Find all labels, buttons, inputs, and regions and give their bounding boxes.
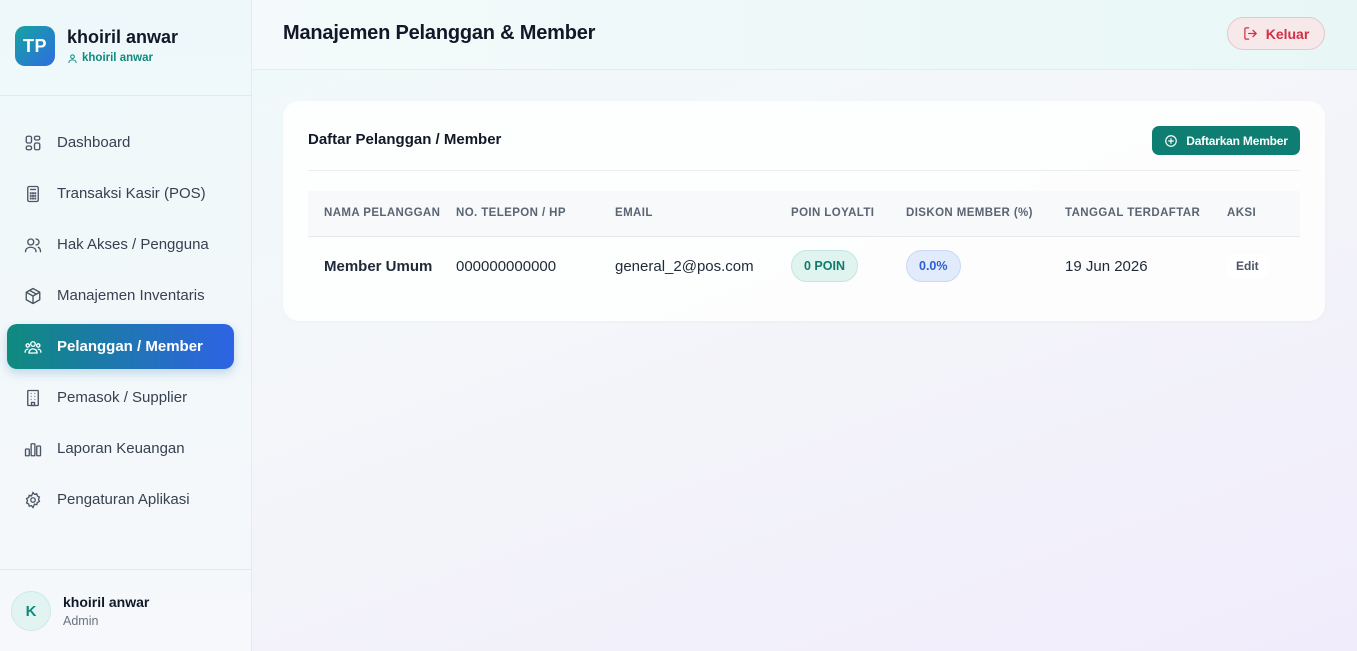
column-header-points[interactable]: POIN LOYALTI xyxy=(791,191,906,237)
sidebar-divider xyxy=(0,95,252,96)
sidebar-item-label: Pemasok / Supplier xyxy=(57,389,188,406)
brand-name: khoiril anwar xyxy=(67,27,179,47)
user-name: khoiril anwar xyxy=(63,594,150,610)
brand-subtitle: khoiril anwar xyxy=(67,52,178,64)
sidebar-item-pos[interactable]: Transaksi Kasir (POS) xyxy=(7,171,234,216)
bar-chart-icon xyxy=(24,442,42,456)
sidebar-item-label: Hak Akses / Pengguna xyxy=(57,236,209,253)
add-member-label: Daftarkan Member xyxy=(1186,133,1288,148)
sidebar-item-suppliers[interactable]: Pemasok / Supplier xyxy=(7,375,234,420)
column-header-phone[interactable]: NO. TELEPON / HP xyxy=(456,191,615,237)
discount-badge: 0.0% xyxy=(906,250,961,283)
sidebar-item-label: Dashboard xyxy=(57,134,131,151)
brand-subtitle-text: khoiril anwar xyxy=(82,52,153,64)
user-profile[interactable]: K khoiril anwar Admin xyxy=(11,591,149,631)
points-badge: 0 POIN xyxy=(791,250,858,283)
page-title: Manajemen Pelanggan & Member xyxy=(283,22,596,44)
column-header-email[interactable]: EMAIL xyxy=(615,191,791,237)
members-card: Daftar Pelanggan / Member Daftarkan Memb… xyxy=(283,101,1325,321)
cell-email: general_2@pos.com xyxy=(615,257,754,275)
top-header: Manajemen Pelanggan & Member Keluar xyxy=(252,0,1357,70)
sidebar-item-label: Pengaturan Aplikasi xyxy=(57,491,190,508)
sidebar-item-inventory[interactable]: Manajemen Inventaris xyxy=(7,273,234,318)
group-icon xyxy=(24,340,42,354)
table-header-row: NAMA PELANGGAN NO. TELEPON / HP EMAIL PO… xyxy=(308,191,1300,237)
box-icon xyxy=(25,287,41,304)
sidebar-item-label: Laporan Keuangan xyxy=(57,440,185,457)
plus-circle-icon xyxy=(1165,134,1178,147)
brand-logo: TP xyxy=(15,26,55,66)
sidebar-divider xyxy=(0,569,252,570)
column-header-discount[interactable]: DISKON MEMBER (%) xyxy=(906,191,1065,237)
edit-button[interactable]: Edit xyxy=(1227,254,1268,279)
sidebar-item-customers[interactable]: Pelanggan / Member xyxy=(7,324,234,369)
table-row: Member Umum 000000000000 general_2@pos.c… xyxy=(308,236,1300,296)
sidebar-item-users[interactable]: Hak Akses / Pengguna xyxy=(7,222,234,267)
brand: TP khoiril anwar khoiril anwar xyxy=(15,26,178,66)
column-header-name[interactable]: NAMA PELANGGAN xyxy=(308,191,456,237)
sidebar-item-reports[interactable]: Laporan Keuangan xyxy=(7,426,234,471)
card-divider xyxy=(308,170,1300,171)
gear-icon xyxy=(25,490,41,509)
logout-label: Keluar xyxy=(1265,25,1310,42)
building-icon xyxy=(27,389,39,406)
cell-phone: 000000000000 xyxy=(456,257,557,275)
user-icon xyxy=(68,53,77,63)
sidebar-item-dashboard[interactable]: Dashboard xyxy=(7,120,234,165)
sidebar-item-label: Pelanggan / Member xyxy=(57,338,203,355)
column-header-date[interactable]: TANGGAL TERDAFTAR xyxy=(1065,191,1227,237)
cell-customer-name: Member Umum xyxy=(324,257,433,275)
sidebar-item-settings[interactable]: Pengaturan Aplikasi xyxy=(7,477,234,522)
cell-registered-date: 19 Jun 2026 xyxy=(1065,257,1148,275)
column-header-action: AKSI xyxy=(1227,191,1300,237)
add-member-button[interactable]: Daftarkan Member xyxy=(1152,126,1300,155)
avatar: K xyxy=(11,591,51,631)
calculator-icon xyxy=(27,185,39,202)
card-title: Daftar Pelanggan / Member xyxy=(308,131,502,148)
logout-icon xyxy=(1243,27,1257,40)
users-icon xyxy=(24,237,42,252)
sidebar: TP khoiril anwar khoiril anwar Dashboard… xyxy=(0,0,252,651)
sidebar-item-label: Transaksi Kasir (POS) xyxy=(57,185,206,202)
sidebar-item-label: Manajemen Inventaris xyxy=(57,287,205,304)
user-role: Admin xyxy=(63,614,99,628)
sidebar-nav: Dashboard Transaksi Kasir (POS) Hak Akse… xyxy=(7,120,234,528)
logout-button[interactable]: Keluar xyxy=(1227,17,1325,50)
dashboard-grid-icon xyxy=(25,135,41,150)
members-table: NAMA PELANGGAN NO. TELEPON / HP EMAIL PO… xyxy=(308,191,1300,296)
